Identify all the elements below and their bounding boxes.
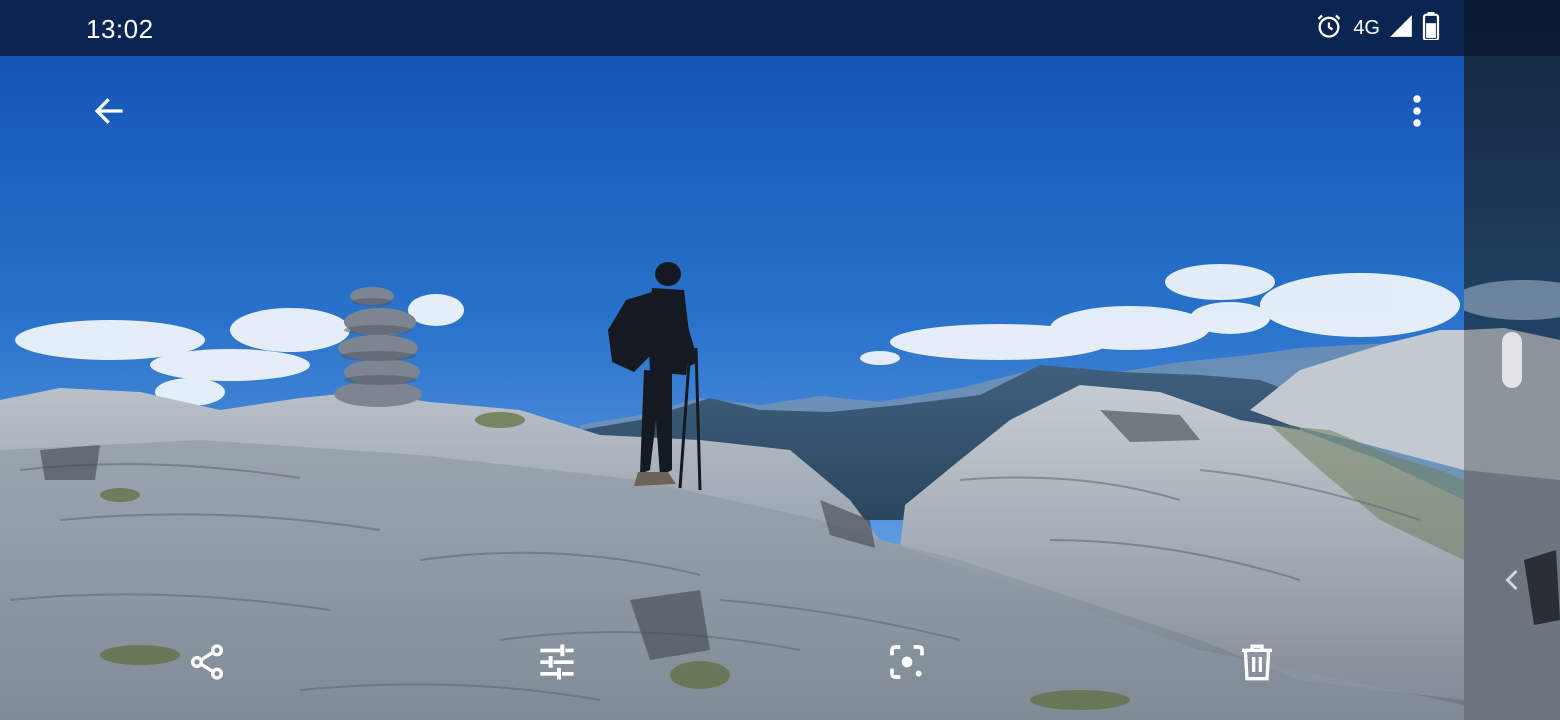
status-time: 13:02	[86, 14, 154, 44]
more-vertical-icon	[1411, 93, 1423, 134]
share-icon	[187, 642, 227, 687]
lens-icon	[887, 642, 927, 687]
status-bar: 13:02 4G	[0, 0, 1560, 56]
delete-button[interactable]	[1229, 636, 1285, 692]
scrubber-handle[interactable]	[1502, 332, 1522, 388]
more-options-button[interactable]	[1390, 86, 1444, 140]
edit-button[interactable]	[529, 636, 585, 692]
lens-button[interactable]	[879, 636, 935, 692]
tune-icon	[537, 642, 577, 687]
mountain-photo	[0, 0, 1464, 720]
trash-icon	[1237, 642, 1277, 687]
photo-viewer[interactable]	[0, 0, 1464, 720]
chevron-left-icon[interactable]	[1500, 566, 1524, 594]
back-button[interactable]	[82, 86, 136, 140]
status-icons: 4G	[1315, 11, 1440, 45]
network-type: 4G	[1353, 16, 1380, 39]
share-button[interactable]	[179, 636, 235, 692]
alarm-icon	[1315, 12, 1343, 45]
signal-icon	[1388, 13, 1414, 44]
arrow-left-icon	[91, 93, 127, 134]
battery-icon	[1422, 11, 1440, 45]
